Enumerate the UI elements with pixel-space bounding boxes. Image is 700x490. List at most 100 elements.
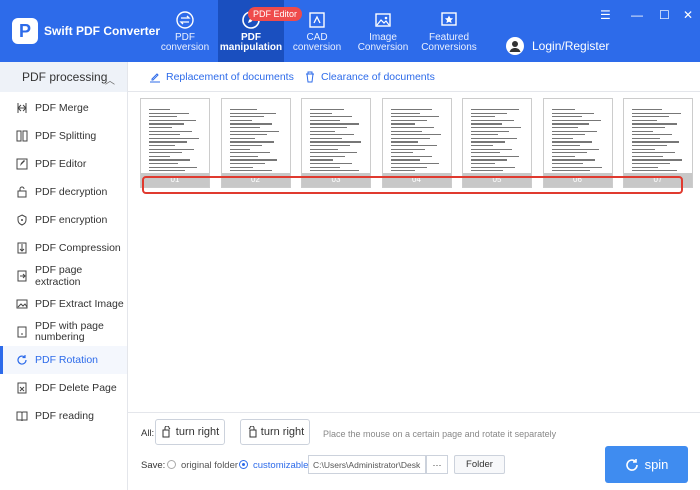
app-header: P Swift PDF Converter PDF conversion PDF… <box>0 0 700 62</box>
turn-right-label: turn right <box>260 426 305 438</box>
star-icon <box>441 12 457 26</box>
delete-page-icon <box>17 382 27 394</box>
sidebar-item-label: PDF page extraction <box>35 264 83 288</box>
sidebar-item-pdf-page-numbering[interactable]: PDF with page numbering <box>0 318 127 346</box>
page-text-lines <box>390 105 443 175</box>
sidebar-item-pdf-compression[interactable]: PDF Compression <box>0 234 127 262</box>
sidebar-item-pdf-delete-page[interactable]: PDF Delete Page <box>0 374 127 402</box>
nav-label: PDF manipulation <box>219 32 283 53</box>
nav-pdf-conversion[interactable]: PDF conversion <box>152 0 218 62</box>
sidebar-item-label: PDF encryption <box>35 214 108 226</box>
replace-icon <box>150 73 160 83</box>
edit-icon <box>16 158 28 170</box>
sidebar-item-pdf-editor[interactable]: PDF Editor <box>0 150 127 178</box>
book-icon <box>16 411 28 422</box>
sidebar-heading-label: PDF processing <box>22 70 108 84</box>
page-thumbnail[interactable]: 05 <box>462 98 532 188</box>
replace-documents-button[interactable]: Replacement of documents <box>149 71 294 83</box>
extract-page-icon <box>17 270 27 282</box>
minimize-icon[interactable]: — <box>631 8 643 22</box>
nav-featured-conversions[interactable]: Featured Conversions <box>416 0 482 62</box>
app-title: Swift PDF Converter <box>44 24 161 38</box>
radio-original-folder-label: original folder <box>181 460 239 471</box>
rotate-icon <box>17 355 27 365</box>
image-icon <box>16 299 28 309</box>
chevron-up-icon: ︿ <box>105 76 115 87</box>
sidebar-item-label: PDF Splitting <box>35 130 97 142</box>
nav-label: Featured Conversions <box>421 32 477 53</box>
rotate-all-right-button-2[interactable]: turn right <box>240 419 310 445</box>
sidebar-item-label: PDF Merge <box>35 102 89 114</box>
nav-pdf-manipulation[interactable]: PDF manipulation PDF Editor <box>218 0 303 62</box>
sidebar-item-pdf-page-extraction[interactable]: PDF page extraction <box>0 262 127 290</box>
sidebar-item-pdf-splitting[interactable]: PDF Splitting <box>0 122 127 150</box>
sidebar-item-pdf-reading[interactable]: PDF reading <box>0 402 127 430</box>
menu-icon[interactable]: ☰ <box>600 8 611 22</box>
radio-customizable[interactable] <box>239 460 248 469</box>
image-icon <box>375 13 391 27</box>
clear-documents-button[interactable]: Clearance of documents <box>304 71 435 83</box>
sidebar-item-label: PDF reading <box>35 410 94 422</box>
clear-label: Clearance of documents <box>321 71 435 83</box>
shield-icon <box>17 214 27 226</box>
radio-original-folder[interactable] <box>167 460 176 469</box>
page-thumbnail[interactable]: 02 <box>220 98 291 188</box>
login-label: Login/Register <box>532 39 610 53</box>
login-register[interactable]: Login/Register <box>506 37 609 55</box>
merge-icon <box>17 103 27 113</box>
page-text-lines <box>632 105 684 175</box>
sidebar-item-pdf-merge[interactable]: PDF Merge <box>0 94 127 122</box>
nav-label: Image Conversion <box>357 32 409 53</box>
nav-cad-conversion[interactable]: CAD conversion <box>284 0 350 62</box>
page-thumbnail[interactable]: 03 <box>301 98 371 188</box>
replace-label: Replacement of documents <box>166 71 294 83</box>
turn-right-label: turn right <box>175 426 220 438</box>
sidebar-item-label: PDF decryption <box>35 186 108 198</box>
sidebar-item-label: PDF Compression <box>35 242 121 254</box>
page-thumbnail[interactable]: 06 <box>542 98 613 188</box>
spin-label: spin <box>644 457 669 472</box>
app-logo-icon: P <box>12 18 38 44</box>
radio-customizable-label: customizable <box>253 460 309 471</box>
sidebar-item-label: PDF Delete Page <box>35 382 117 394</box>
page-thumbnail[interactable]: 04 <box>381 98 452 188</box>
sidebar-item-pdf-encryption[interactable]: PDF encryption <box>0 206 127 234</box>
all-label: All: <box>141 428 155 439</box>
avatar-icon <box>506 37 524 55</box>
page-text-lines <box>310 105 362 175</box>
close-icon[interactable]: ✕ <box>683 8 693 22</box>
output-path-field[interactable] <box>308 455 426 474</box>
nav-label: PDF conversion <box>160 32 210 53</box>
page-thumbnail[interactable]: 01 <box>140 98 210 188</box>
sidebar-item-label: PDF with page numbering <box>35 320 104 343</box>
sidebar-item-label: PDF Editor <box>35 158 87 170</box>
compress-icon <box>17 242 27 254</box>
maximize-icon[interactable]: ☐ <box>659 8 670 22</box>
rotate-right-icon <box>248 426 257 438</box>
page-thumbnail[interactable]: 07 <box>623 98 693 188</box>
rotate-all-right-button-1[interactable]: turn right <box>155 419 225 445</box>
cad-icon <box>309 12 325 28</box>
nav-image-conversion[interactable]: Image Conversion <box>350 0 416 62</box>
page-text-lines <box>471 105 523 175</box>
page-text-lines <box>149 105 201 175</box>
sidebar: PDF processing ︿ PDF Merge PDF Splitting… <box>0 62 128 490</box>
trash-icon <box>306 71 314 83</box>
rotate-right-icon <box>162 426 171 438</box>
nav-label: CAD conversion <box>292 32 342 53</box>
browse-dots-button[interactable]: ··· <box>426 455 448 474</box>
rotation-hint: Place the mouse on a certain page and ro… <box>323 429 557 439</box>
swap-icon <box>176 11 194 29</box>
document-toolbar: Replacement of documents Clearance of do… <box>128 62 700 92</box>
spin-button[interactable]: spin <box>605 446 688 483</box>
sidebar-item-label: PDF Extract Image <box>35 298 124 310</box>
page-text-lines <box>551 105 604 175</box>
sidebar-item-pdf-decryption[interactable]: PDF decryption <box>0 178 127 206</box>
refresh-icon <box>625 458 638 471</box>
highlight-box <box>142 176 683 194</box>
sidebar-heading[interactable]: PDF processing ︿ <box>0 62 127 92</box>
open-folder-button[interactable]: Folder <box>454 455 505 474</box>
sidebar-item-pdf-rotation[interactable]: PDF Rotation <box>0 346 127 374</box>
sidebar-item-pdf-extract-image[interactable]: PDF Extract Image <box>0 290 127 318</box>
page-number-icon <box>17 326 27 338</box>
